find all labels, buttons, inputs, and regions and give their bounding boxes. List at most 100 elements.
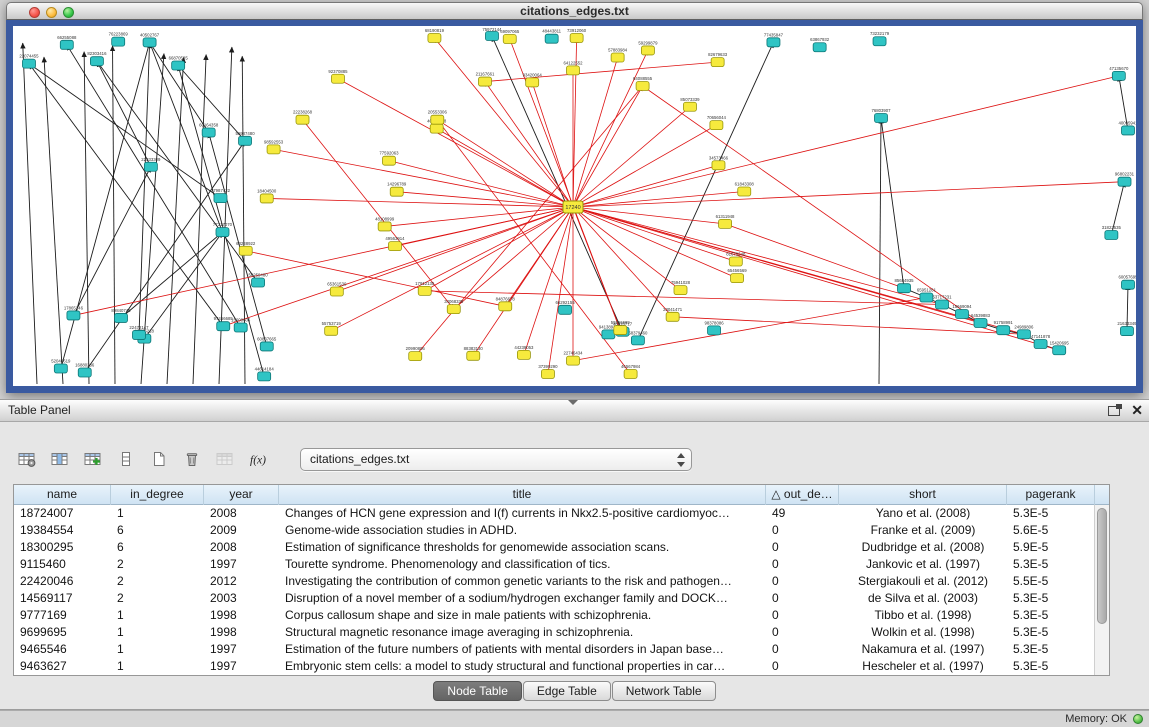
graph-node[interactable]: 92370885: [328, 69, 348, 84]
tab-edge-table[interactable]: Edge Table: [523, 681, 611, 701]
graph-node[interactable]: 44239053: [514, 345, 534, 360]
column-header-pagerank[interactable]: pagerank: [1007, 485, 1095, 505]
graph-node[interactable]: 70656044: [707, 115, 727, 130]
tab-network-table[interactable]: Network Table: [612, 681, 716, 701]
panel-splitter-handle[interactable]: [568, 400, 578, 405]
graph-node[interactable]: 34068339: [444, 299, 464, 314]
graph-node[interactable]: 88383130: [464, 346, 484, 361]
graph-node[interactable]: 40502767: [140, 32, 160, 47]
graph-node[interactable]: 48108999: [375, 216, 395, 231]
network-canvas[interactable]: 7680390785684935659512615371723115669094…: [13, 26, 1136, 386]
graph-node[interactable]: 77987422: [211, 188, 231, 203]
graph-node[interactable]: 17912135: [415, 281, 435, 296]
graph-node[interactable]: 76223869: [109, 32, 129, 47]
graph-node[interactable]: 21633349: [1117, 321, 1136, 336]
network-selector[interactable]: citations_edges.txt: [300, 448, 692, 471]
graph-node[interactable]: 66255088: [57, 35, 77, 50]
graph-node[interactable]: 56259480: [248, 273, 268, 288]
graph-node[interactable]: 63238922: [236, 241, 256, 256]
column-header-in_degree[interactable]: in_degree: [111, 485, 204, 505]
graph-node[interactable]: 22238268: [293, 110, 313, 125]
graph-node[interactable]: 89840746: [111, 308, 131, 323]
create-table-button[interactable]: [146, 447, 172, 471]
graph-node[interactable]: 20990806: [406, 346, 426, 361]
close-window-button[interactable]: [29, 7, 40, 18]
close-panel-icon[interactable]: ✕: [1131, 403, 1143, 417]
table-row[interactable]: 1938455462009Genome-wide association stu…: [14, 522, 1109, 539]
function-builder-button[interactable]: f(x): [245, 447, 271, 471]
table-scrollbar[interactable]: [1094, 505, 1109, 675]
graph-node[interactable]: 52040619: [51, 359, 71, 374]
graph-node[interactable]: 47135670: [1109, 66, 1129, 81]
graph-node[interactable]: 31822535: [1102, 225, 1122, 240]
table-row[interactable]: 946362711997Embryonic stem cells: a mode…: [14, 658, 1109, 675]
import-table-button[interactable]: [80, 447, 106, 471]
show-columns-button[interactable]: [47, 447, 73, 471]
graph-node[interactable]: 98378086: [705, 320, 725, 335]
graph-node[interactable]: 15669094: [952, 304, 972, 319]
table-row[interactable]: 911546021997Tourette syndrome. Phenomeno…: [14, 556, 1109, 573]
column-header-name[interactable]: name: [14, 485, 111, 505]
graph-node[interactable]: 60837665: [257, 336, 277, 351]
tab-node-table[interactable]: Node Table: [433, 681, 522, 701]
graph-node[interactable]: 85073339: [680, 97, 700, 112]
table-scrollbar-thumb[interactable]: [1097, 508, 1107, 624]
graph-node[interactable]: 44614184: [255, 366, 275, 381]
graph-node[interactable]: 18404500: [257, 188, 277, 203]
merge-tables-button[interactable]: [212, 447, 238, 471]
column-header-title[interactable]: title: [279, 485, 766, 505]
graph-node[interactable]: 77435847: [764, 32, 784, 47]
graph-node[interactable]: 48443811: [542, 29, 561, 44]
graph-node[interactable]: 16880236: [75, 363, 95, 378]
memory-ok-indicator[interactable]: [1133, 714, 1143, 724]
graph-node[interactable]: 82303416: [87, 51, 107, 66]
window-titlebar[interactable]: citations_edges.txt: [6, 2, 1143, 20]
graph-node[interactable]: 93420064: [523, 72, 543, 87]
graph-node[interactable]: 77592063: [379, 151, 399, 166]
graph-node[interactable]: 17240: [563, 201, 583, 213]
column-header-year[interactable]: year: [204, 485, 279, 505]
table-row[interactable]: 2242004622012Investigating the contribut…: [14, 573, 1109, 590]
graph-node[interactable]: 22074455: [19, 54, 39, 68]
float-panel-icon[interactable]: [1108, 404, 1122, 416]
graph-node[interactable]: 75941028: [671, 280, 691, 295]
graph-node[interactable]: 60057695: [1118, 275, 1136, 290]
graph-node[interactable]: 15608606: [231, 317, 251, 332]
graph-node[interactable]: 84876678: [496, 296, 516, 311]
graph-node[interactable]: 60164358: [199, 122, 219, 136]
graph-node[interactable]: 40095941: [1118, 120, 1136, 134]
graph-node[interactable]: 57883984: [608, 48, 628, 63]
graph-node[interactable]: 73232179: [870, 31, 890, 46]
graph-node[interactable]: 22333309: [141, 157, 161, 172]
graph-node[interactable]: 14296789: [387, 182, 407, 197]
row-tools-button[interactable]: [113, 447, 139, 471]
graph-node[interactable]: 82679633: [708, 52, 728, 66]
column-header-out_degree[interactable]: △ out_de…: [766, 485, 839, 505]
graph-node[interactable]: 66292155: [555, 300, 575, 315]
graph-node[interactable]: 68190819: [425, 28, 445, 43]
graph-node[interactable]: 58379460: [628, 330, 648, 345]
graph-node[interactable]: 76803907: [871, 108, 891, 123]
graph-node[interactable]: 85684935: [894, 278, 914, 293]
graph-node[interactable]: 21167661: [476, 72, 495, 87]
graph-node[interactable]: 37399290: [538, 364, 558, 379]
graph-node[interactable]: 64088555: [633, 76, 653, 91]
graph-node[interactable]: 63867932: [810, 37, 830, 52]
graph-node[interactable]: 34573466: [709, 155, 729, 170]
graph-node[interactable]: 98592553: [264, 139, 284, 154]
minimize-window-button[interactable]: [46, 7, 57, 18]
graph-node[interactable]: 23041471: [663, 307, 683, 322]
graph-node[interactable]: 61843308: [735, 182, 755, 197]
zoom-window-button[interactable]: [63, 7, 74, 18]
graph-node[interactable]: 75972144: [482, 27, 502, 41]
graph-node[interactable]: 53717231: [932, 294, 952, 309]
table-row[interactable]: 1872400712008Changes of HCN gene express…: [14, 505, 1109, 522]
graph-node[interactable]: 64122552: [563, 60, 583, 74]
graph-node[interactable]: 66870585: [169, 56, 189, 71]
graph-node[interactable]: 15420695: [1050, 340, 1070, 355]
column-header-short[interactable]: short: [839, 485, 1007, 505]
delete-table-button[interactable]: [179, 447, 205, 471]
graph-node[interactable]: 49563914: [385, 236, 405, 251]
graph-node[interactable]: 55753719: [322, 321, 342, 336]
graph-node[interactable]: 59299879: [638, 40, 658, 55]
